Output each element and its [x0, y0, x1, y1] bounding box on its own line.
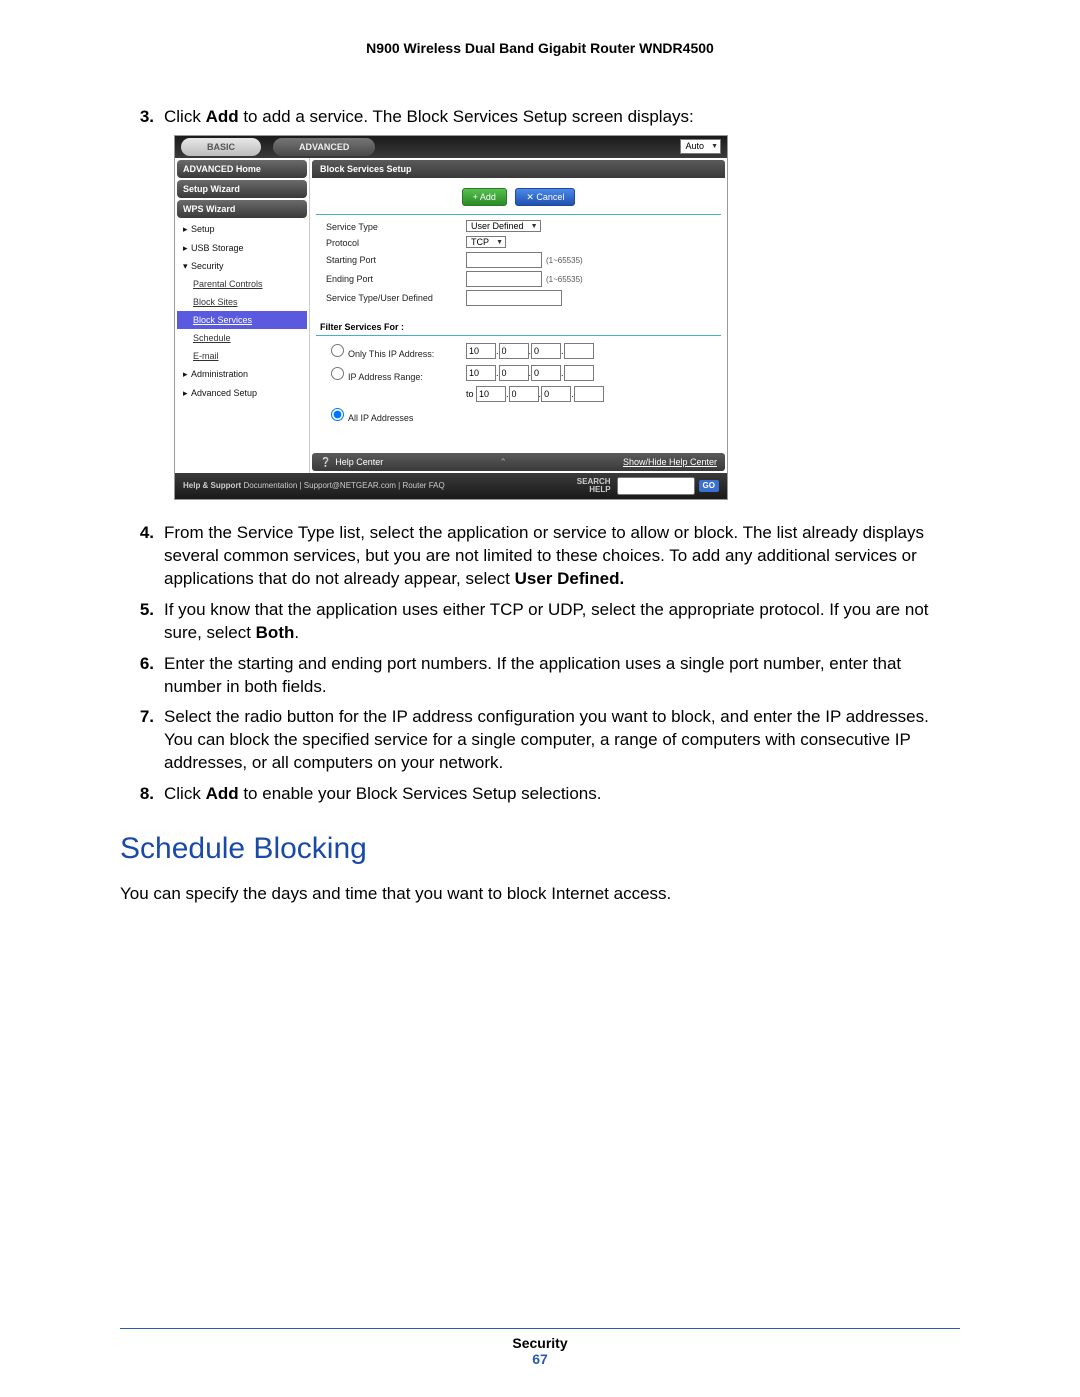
- go-button[interactable]: GO: [699, 480, 719, 493]
- ending-port-input[interactable]: [466, 271, 542, 287]
- section-body: You can specify the days and time that y…: [120, 884, 960, 904]
- sidebar: ADVANCED Home Setup Wizard WPS Wizard ▸S…: [175, 158, 309, 473]
- range-to-a[interactable]: [476, 386, 506, 402]
- sidebar-item-security[interactable]: ▾Security: [177, 257, 307, 275]
- range-from-d[interactable]: [564, 365, 594, 381]
- hint-end: (1~65535): [546, 275, 583, 284]
- sidebar-wps-wizard[interactable]: WPS Wizard: [177, 200, 307, 218]
- panel-title: Block Services Setup: [312, 160, 725, 178]
- step-5-text: If you know that the application uses ei…: [164, 599, 960, 645]
- sidebar-item-usb[interactable]: ▸USB Storage: [177, 239, 307, 257]
- tab-basic[interactable]: BASIC: [181, 138, 261, 156]
- step-number: 8.: [120, 783, 164, 806]
- sidebar-sub-email[interactable]: E-mail: [177, 347, 307, 365]
- label-service-type: Service Type: [326, 221, 466, 233]
- search-help-input[interactable]: [617, 477, 695, 495]
- radio-all-ip[interactable]: [331, 408, 344, 421]
- radio-ip-range[interactable]: [331, 367, 344, 380]
- collapse-icon[interactable]: ⌃: [383, 456, 623, 468]
- hint-start: (1~65535): [546, 256, 583, 265]
- to-label: to: [466, 389, 474, 399]
- step-number: 7.: [120, 706, 164, 775]
- cancel-button[interactable]: ✕ Cancel: [515, 188, 575, 206]
- label-ip-range: IP Address Range:: [348, 372, 423, 382]
- range-from-b[interactable]: [499, 365, 529, 381]
- ip-b[interactable]: [499, 343, 529, 359]
- ip-c[interactable]: [531, 343, 561, 359]
- sidebar-sub-blockservices[interactable]: Block Services: [177, 311, 307, 329]
- instruction-list: 3. Click Add to add a service. The Block…: [120, 106, 960, 806]
- sidebar-sub-schedule[interactable]: Schedule: [177, 329, 307, 347]
- step-number: 3.: [120, 106, 164, 514]
- label-ending-port: Ending Port: [326, 273, 466, 285]
- step-number: 5.: [120, 599, 164, 645]
- radio-only-ip[interactable]: [331, 344, 344, 357]
- label-starting-port: Starting Port: [326, 254, 466, 266]
- user-defined-input[interactable]: [466, 290, 562, 306]
- step-8-text: Click Add to enable your Block Services …: [164, 783, 960, 806]
- sidebar-item-advsetup[interactable]: ▸Advanced Setup: [177, 384, 307, 402]
- starting-port-input[interactable]: [466, 252, 542, 268]
- range-to-d[interactable]: [574, 386, 604, 402]
- toggle-help-link[interactable]: Show/Hide Help Center: [623, 456, 717, 468]
- add-button[interactable]: + Add: [462, 188, 507, 206]
- step-6-text: Enter the starting and ending port numbe…: [164, 653, 960, 699]
- range-to-b[interactable]: [509, 386, 539, 402]
- sidebar-item-setup[interactable]: ▸Setup: [177, 220, 307, 238]
- label-only-ip: Only This IP Address:: [348, 349, 434, 359]
- step-4-text: From the Service Type list, select the a…: [164, 522, 960, 591]
- footer-links[interactable]: Documentation | Support@NETGEAR.com | Ro…: [243, 481, 444, 492]
- label-all-ip: All IP Addresses: [348, 413, 413, 423]
- protocol-select[interactable]: TCP: [466, 236, 506, 248]
- step-3-text: Click Add to add a service. The Block Se…: [164, 106, 960, 514]
- help-icon: ❔: [320, 456, 331, 468]
- range-to-c[interactable]: [541, 386, 571, 402]
- page-footer: Security 67: [120, 1328, 960, 1367]
- step-number: 4.: [120, 522, 164, 591]
- auto-select[interactable]: Auto: [680, 139, 721, 154]
- help-center-label[interactable]: Help Center: [335, 456, 383, 468]
- step-number: 6.: [120, 653, 164, 699]
- label-protocol: Protocol: [326, 237, 466, 249]
- range-from-a[interactable]: [466, 365, 496, 381]
- step-7-text: Select the radio button for the IP addre…: [164, 706, 960, 775]
- sidebar-advanced-home[interactable]: ADVANCED Home: [177, 160, 307, 178]
- sidebar-setup-wizard[interactable]: Setup Wizard: [177, 180, 307, 198]
- label-user-defined: Service Type/User Defined: [326, 292, 466, 304]
- ip-a[interactable]: [466, 343, 496, 359]
- sidebar-sub-parental[interactable]: Parental Controls: [177, 275, 307, 293]
- doc-header: N900 Wireless Dual Band Gigabit Router W…: [120, 40, 960, 56]
- ip-d[interactable]: [564, 343, 594, 359]
- help-support-label: Help & Support: [183, 481, 241, 492]
- filter-section-label: Filter Services For :: [320, 321, 727, 333]
- tab-advanced[interactable]: ADVANCED: [273, 138, 375, 156]
- search-help-label: SEARCH HELP: [561, 478, 611, 494]
- section-heading: Schedule Blocking: [120, 832, 960, 866]
- router-screenshot: BASIC ADVANCED Auto ADVANCED Home Setup …: [174, 135, 728, 500]
- sidebar-sub-blocksites[interactable]: Block Sites: [177, 293, 307, 311]
- sidebar-item-admin[interactable]: ▸Administration: [177, 365, 307, 383]
- service-type-select[interactable]: User Defined: [466, 220, 541, 232]
- range-from-c[interactable]: [531, 365, 561, 381]
